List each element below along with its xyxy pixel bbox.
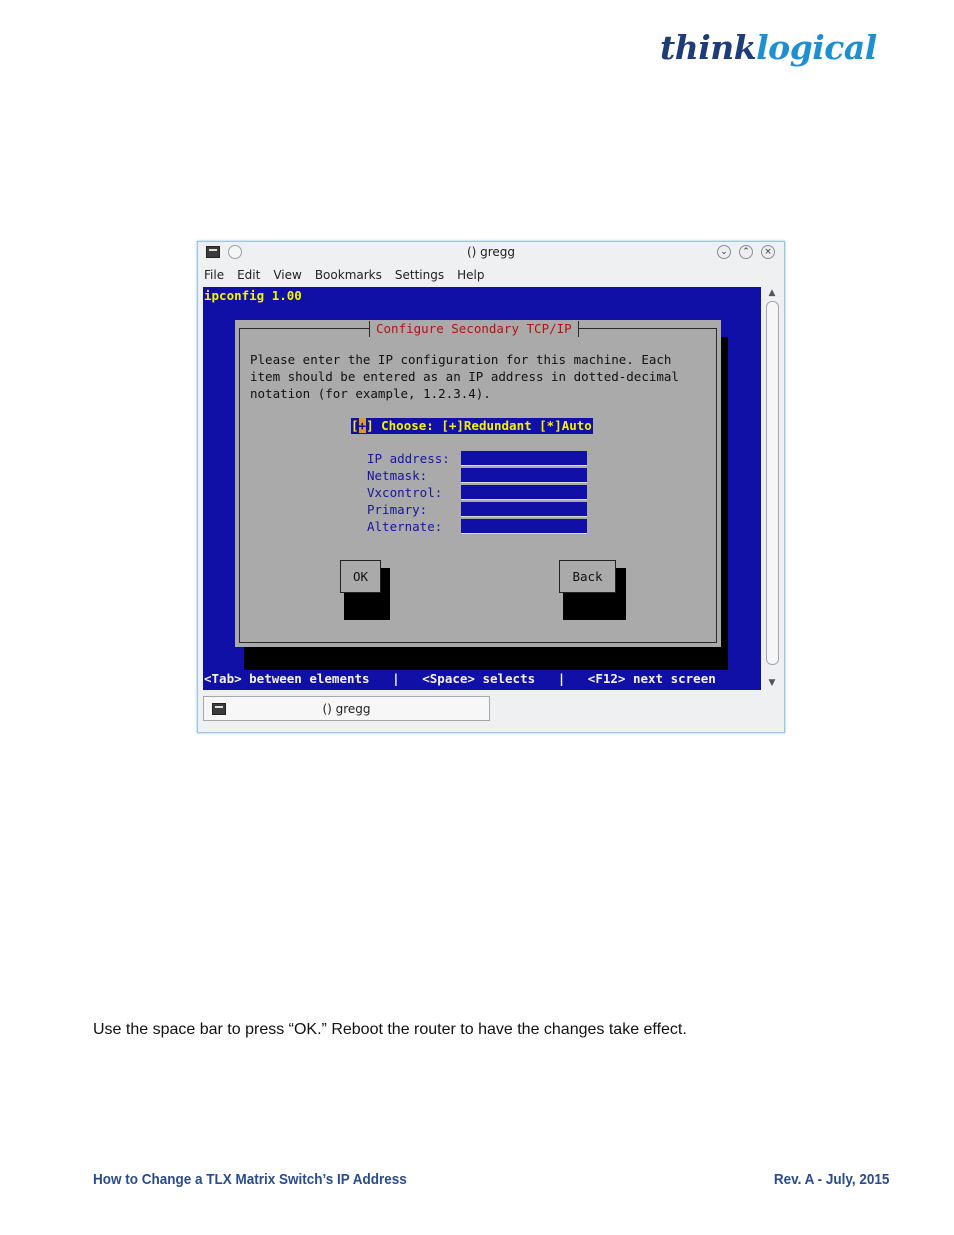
window-titlebar: () gregg ⌄ ⌃ × — [198, 242, 784, 264]
logo-logical: logical — [756, 28, 877, 67]
menu-bar: File Edit View Bookmarks Settings Help — [204, 266, 497, 284]
menu-file[interactable]: File — [204, 268, 224, 282]
field-label: Vxcontrol: — [367, 485, 443, 500]
dialog-message: Please enter the IP configuration for th… — [250, 352, 679, 401]
footer-revision: Rev. A - July, 2015 — [773, 1171, 889, 1188]
ok-button[interactable]: OK — [340, 560, 381, 593]
scrollbar[interactable]: ▲ ▼ — [764, 287, 780, 690]
minimize-icon[interactable]: ⌄ — [717, 245, 731, 259]
maximize-icon[interactable]: ⌃ — [739, 245, 753, 259]
status-bar: <Tab> between elements | <Space> selects… — [204, 671, 716, 686]
field-label: Netmask: — [367, 468, 428, 483]
field-label: Alternate: — [367, 519, 443, 534]
terminal-screen[interactable]: ipconfig 1.00 Configure Secondary TCP/IP… — [203, 287, 761, 690]
footer-title: How to Change a TLX Matrix Switch’s IP A… — [93, 1171, 407, 1188]
menu-bookmarks[interactable]: Bookmarks — [315, 268, 382, 282]
menu-settings[interactable]: Settings — [395, 268, 444, 282]
menu-help[interactable]: Help — [457, 268, 484, 282]
alternate-input[interactable] — [461, 519, 587, 534]
window-title: () gregg — [466, 245, 516, 259]
primary-input[interactable] — [461, 502, 587, 517]
field-label: Primary: — [367, 502, 428, 517]
ip-address-input[interactable] — [461, 451, 587, 466]
menu-edit[interactable]: Edit — [237, 268, 260, 282]
netmask-input[interactable] — [461, 468, 587, 483]
scroll-up-icon[interactable]: ▲ — [765, 287, 779, 299]
vxcontrol-input[interactable] — [461, 485, 587, 500]
dialog-title: Configure Secondary TCP/IP — [369, 321, 579, 337]
tcpip-dialog: Configure Secondary TCP/IP Please enter … — [235, 320, 721, 647]
logo-think: think — [660, 28, 757, 67]
choose-label: ] Choose: [+]Redundant [*]Auto — [366, 418, 592, 433]
choose-open: [ — [351, 418, 359, 433]
tab-label: () gregg — [322, 702, 371, 716]
instruction-text: Use the space bar to press “OK.” Reboot … — [93, 1021, 687, 1038]
program-name: ipconfig 1.00 — [204, 288, 302, 303]
close-icon[interactable]: × — [761, 245, 775, 259]
terminal-window: () gregg ⌄ ⌃ × File Edit View Bookmarks Sett… — [197, 241, 785, 733]
back-button[interactable]: Back — [559, 560, 616, 593]
menu-view[interactable]: View — [273, 268, 301, 282]
choose-option[interactable]: [+] Choose: [+]Redundant [*]Auto — [351, 418, 593, 434]
tab-bar: () gregg — [198, 696, 784, 722]
thinklogical-logo: thinklogical — [660, 26, 877, 70]
scroll-track[interactable] — [766, 301, 779, 665]
choose-cursor: + — [358, 418, 367, 433]
field-label: IP address: — [367, 451, 450, 466]
tab-gregg[interactable]: () gregg — [203, 696, 490, 721]
scroll-down-icon[interactable]: ▼ — [765, 677, 779, 689]
